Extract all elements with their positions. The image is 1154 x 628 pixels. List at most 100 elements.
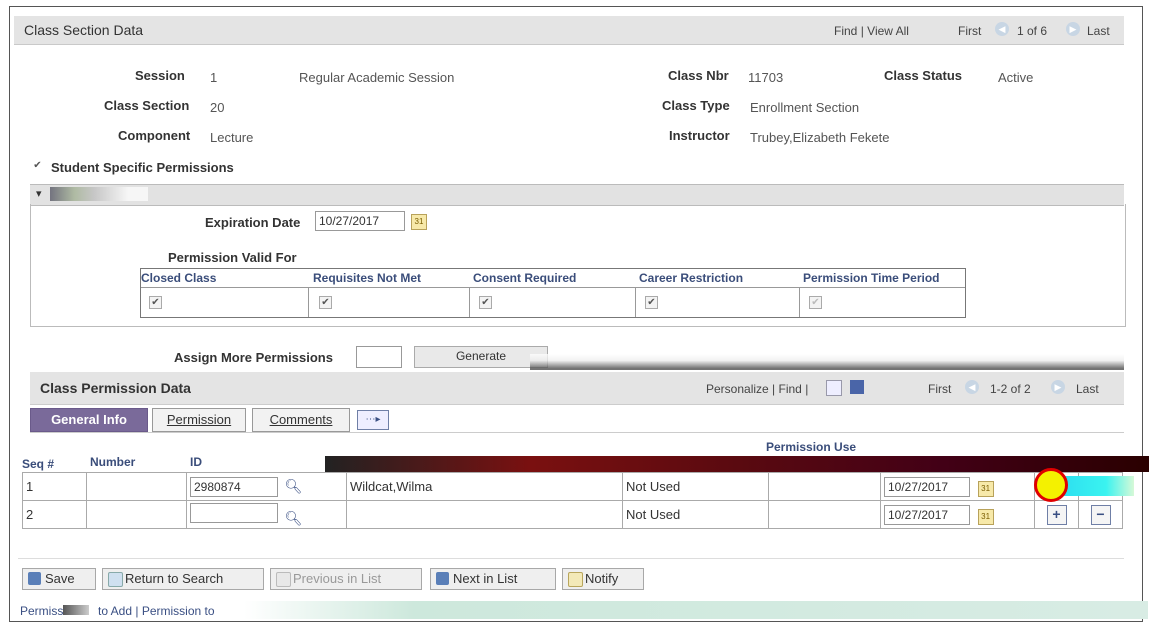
instructor-value: Trubey,Elizabeth Fekete	[750, 130, 890, 145]
date-cell: 10/27/2017 31	[880, 472, 1035, 501]
name-cell: Wildcat,Wilma	[346, 472, 623, 501]
status-cell: Not Used	[622, 500, 769, 529]
blank-cell	[768, 500, 881, 529]
col-time-period: Permission Time Period	[803, 271, 940, 285]
id-input[interactable]	[190, 502, 278, 523]
view-all-link[interactable]: View All	[867, 24, 909, 38]
name-cell	[346, 500, 623, 529]
permission-valid-table: Closed Class Requisites Not Met Consent …	[140, 268, 966, 318]
prev-arrow-icon[interactable]: ◀	[965, 380, 979, 394]
section-title: Class Section Data	[24, 22, 144, 38]
return-to-search-button[interactable]: Return to Search	[102, 568, 264, 590]
seq-header: Seq #	[22, 457, 55, 471]
notify-icon	[568, 572, 583, 587]
class-nbr-label: Class Nbr	[668, 68, 729, 83]
career-checkbox[interactable]: ✔	[645, 296, 658, 309]
session-desc: Regular Academic Session	[299, 70, 455, 85]
permission-valid-for-label: Permission Valid For	[168, 250, 297, 265]
last-link[interactable]: Last	[1076, 382, 1099, 396]
permission-link[interactable]: Permiss	[20, 604, 90, 618]
notify-label: Notify	[585, 571, 619, 586]
render-artifact-strip	[1064, 476, 1134, 496]
calendar-icon[interactable]: 31	[977, 508, 994, 525]
student-specific-checkbox[interactable]: ✔	[32, 160, 43, 171]
next-in-list-button[interactable]: Next in List	[430, 568, 556, 590]
separator: |	[805, 382, 809, 396]
lookup-search-icon[interactable]: 🔍︎	[285, 478, 303, 494]
time-period-checkbox[interactable]: ✔	[809, 296, 822, 309]
previous-label: Previous in List	[293, 571, 382, 586]
calendar-icon[interactable]: 31	[977, 480, 994, 497]
date-cell: 10/27/2017 31	[880, 500, 1035, 529]
permission-title: Class Permission Data	[40, 380, 191, 396]
student-specific-label: Student Specific Permissions	[51, 160, 234, 175]
lookup-search-icon[interactable]: 🔍︎	[285, 510, 303, 526]
personalize-link[interactable]: Personalize	[706, 382, 769, 396]
class-section-header: Class Section Data Find | View All First…	[14, 16, 1124, 45]
permission-header: Class Permission Data Personalize | Find…	[30, 372, 1124, 405]
generate-button[interactable]: Generate	[414, 346, 548, 368]
next-arrow-icon[interactable]: ▶	[1066, 22, 1080, 36]
class-nbr-value: 11703	[748, 70, 784, 85]
previous-in-list-button[interactable]: Previous in List	[270, 568, 422, 590]
id-input[interactable]: 2980874	[190, 476, 278, 497]
render-artifact-bar	[530, 354, 1124, 370]
highlight-circle	[1034, 468, 1068, 502]
assign-more-input[interactable]	[356, 346, 402, 368]
permission-to-add-link[interactable]: to Add | Permission to	[98, 604, 215, 618]
tab-permission[interactable]: Permission	[152, 408, 246, 432]
save-icon	[28, 572, 41, 585]
seq-cell: 1	[22, 472, 87, 501]
show-all-columns-icon[interactable]: ⋯▸	[357, 410, 389, 430]
delete-cell: −	[1078, 500, 1123, 529]
add-cell: +	[1034, 500, 1079, 529]
col-consent: Consent Required	[473, 271, 577, 285]
closed-class-checkbox[interactable]: ✔	[149, 296, 162, 309]
class-section-label: Class Section	[104, 98, 190, 113]
record-counter: 1-2 of 2	[990, 382, 1031, 396]
download-grid-icon[interactable]	[850, 380, 864, 394]
add-row-button[interactable]: +	[1046, 504, 1067, 525]
tab-comments[interactable]: Comments	[252, 408, 350, 432]
number-header: Number	[90, 455, 136, 469]
find-link[interactable]: Find	[779, 382, 802, 396]
save-button[interactable]: Save	[22, 568, 96, 590]
calendar-icon[interactable]: 31	[411, 214, 427, 230]
delete-row-button[interactable]: −	[1090, 504, 1111, 525]
defaults-header-bar[interactable]: ▾	[30, 184, 1124, 206]
seq-cell: 2	[22, 500, 87, 529]
first-link[interactable]: First	[928, 382, 951, 396]
id-header: ID	[190, 455, 202, 469]
footer-divider	[18, 558, 1124, 559]
find-link[interactable]: Find	[834, 24, 857, 38]
next-arrow-icon[interactable]: ▶	[1051, 380, 1065, 394]
tab-general-info[interactable]: General Info	[30, 408, 148, 432]
date-input[interactable]: 10/27/2017	[884, 504, 970, 525]
class-status-label: Class Status	[884, 68, 963, 83]
date-input[interactable]: 10/27/2017	[884, 476, 970, 497]
previous-icon	[276, 572, 291, 587]
col-career: Career Restriction	[639, 271, 744, 285]
class-status-value: Active	[998, 70, 1034, 85]
last-link[interactable]: Last	[1087, 24, 1110, 38]
session-label: Session	[135, 68, 185, 83]
separator: |	[860, 24, 864, 38]
requisites-checkbox[interactable]: ✔	[319, 296, 332, 309]
col-requisites: Requisites Not Met	[313, 271, 422, 285]
prev-arrow-icon[interactable]: ◀	[995, 22, 1009, 36]
status-cell: Not Used	[622, 472, 769, 501]
table-row: 2 🔍︎ Not Used 10/27/2017 31 + −	[22, 500, 1123, 529]
next-label: Next in List	[453, 571, 518, 586]
view-all-icon[interactable]	[826, 380, 842, 396]
blank-cell	[768, 472, 881, 501]
first-link[interactable]: First	[958, 24, 981, 38]
expiration-date-label: Expiration Date	[205, 215, 301, 230]
consent-checkbox[interactable]: ✔	[479, 296, 492, 309]
id-cell: 🔍︎	[186, 500, 347, 529]
collapse-triangle-icon[interactable]: ▾	[36, 187, 42, 200]
expiration-date-input[interactable]: 10/27/2017	[315, 211, 405, 231]
class-type-value: Enrollment Section	[750, 100, 860, 115]
return-label: Return to Search	[125, 571, 224, 586]
notify-button[interactable]: Notify	[562, 568, 644, 590]
component-value: Lecture	[210, 130, 254, 145]
